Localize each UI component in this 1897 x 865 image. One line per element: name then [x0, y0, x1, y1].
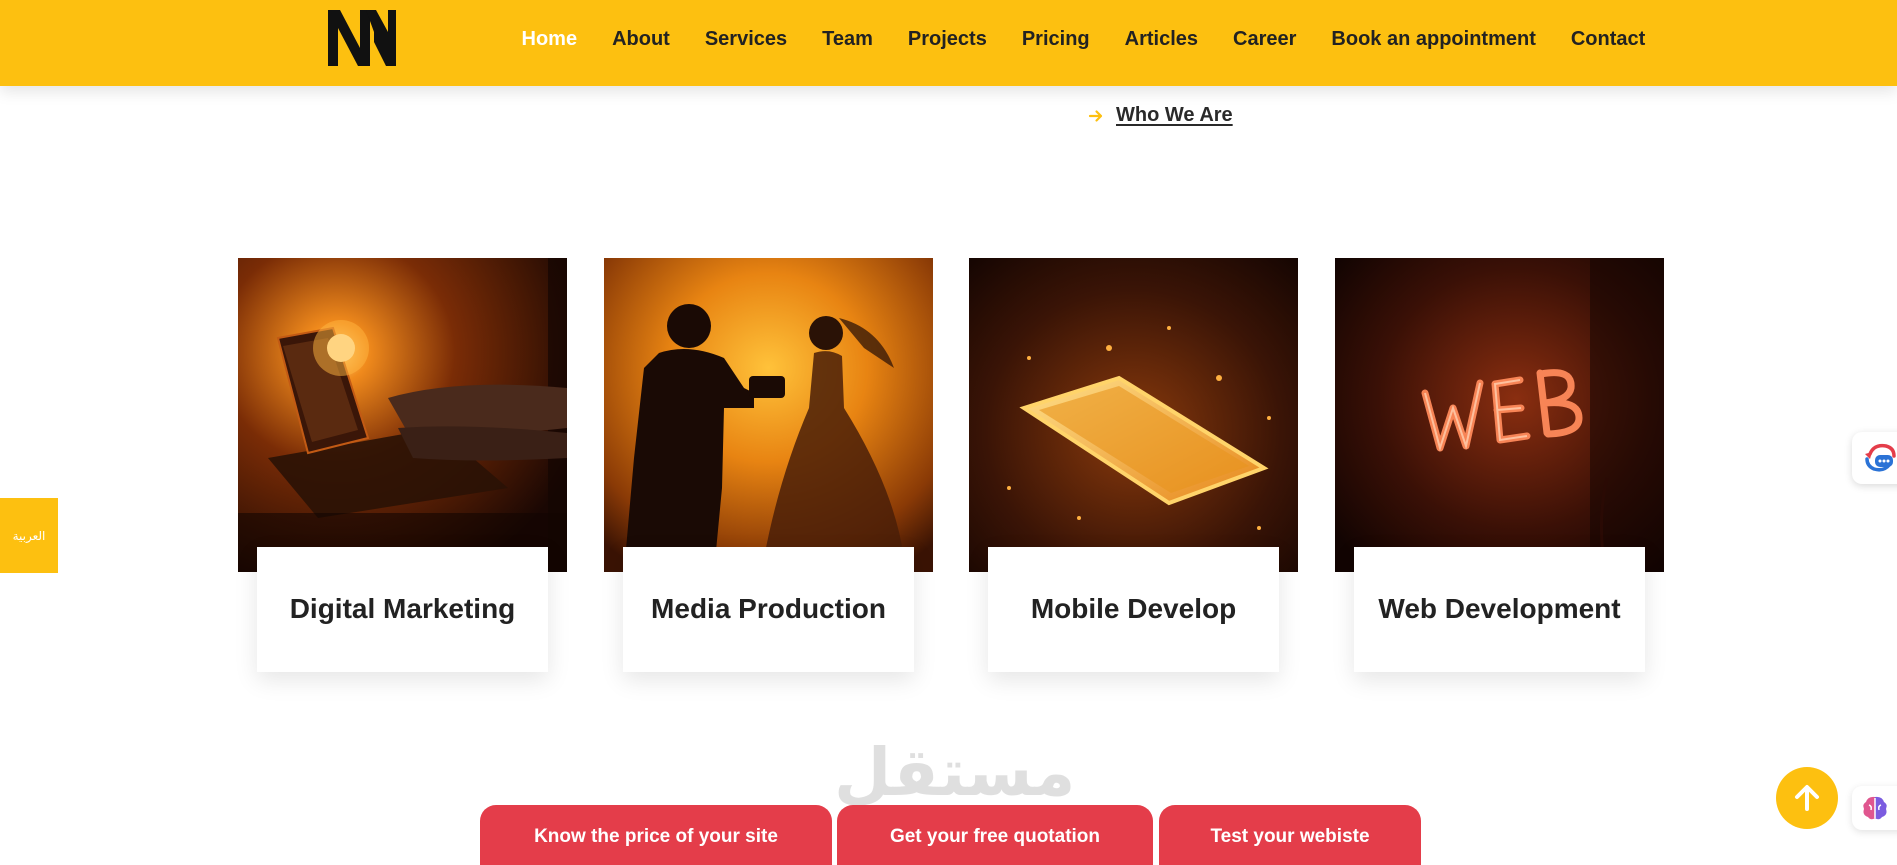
service-title: Digital Marketing: [289, 593, 516, 624]
service-card-label: Mobile Develop: [988, 547, 1279, 672]
watermark-arabic: مستقل: [834, 734, 1076, 811]
nav-career[interactable]: Career: [1216, 28, 1314, 51]
nav-about[interactable]: About: [595, 28, 688, 51]
scroll-to-top-button[interactable]: [1776, 767, 1838, 829]
laptop-glow-image: [238, 258, 567, 572]
service-title: Media Production: [651, 593, 886, 624]
side-chat-widget[interactable]: [1852, 432, 1897, 484]
arrow-right-icon: [1088, 109, 1103, 122]
service-card-digital-marketing[interactable]: Digital Marketing: [238, 258, 567, 672]
glowing-phone-image: [969, 258, 1298, 572]
nav-projects[interactable]: Projects: [890, 28, 1004, 51]
breadcrumb: Who We Are: [1088, 104, 1233, 127]
photographer-couple-image: [604, 258, 933, 572]
main-nav: Home About Services Team Projects Pricin…: [504, 0, 1663, 78]
service-card-label: Media Production: [623, 547, 914, 672]
nav-home[interactable]: Home: [504, 28, 595, 51]
service-card-media-production[interactable]: Media Production: [604, 258, 933, 672]
ai-assistant-widget[interactable]: [1852, 786, 1897, 830]
neon-web-sign-image: [1335, 258, 1664, 572]
nav-book-appointment[interactable]: Book an appointment: [1314, 28, 1553, 51]
free-quotation-button[interactable]: Get your free quotation: [837, 805, 1153, 865]
service-title: Mobile Develop: [1030, 593, 1237, 624]
arrow-up-icon: [1795, 785, 1819, 811]
site-header: Home About Services Team Projects Pricin…: [0, 0, 1897, 86]
who-we-are-link[interactable]: Who We Are: [1116, 104, 1233, 127]
nav-pricing[interactable]: Pricing: [1004, 28, 1107, 51]
nav-team[interactable]: Team: [805, 28, 891, 51]
nav-articles[interactable]: Articles: [1107, 28, 1215, 51]
language-toggle[interactable]: العربية: [0, 498, 58, 573]
service-card-label: Digital Marketing: [257, 547, 548, 672]
brain-icon: [1863, 796, 1887, 820]
service-card-web-development[interactable]: Web Development: [1335, 258, 1664, 672]
logo[interactable]: [326, 8, 398, 68]
service-card-mobile-develop[interactable]: Mobile Develop: [969, 258, 1298, 672]
know-price-button[interactable]: Know the price of your site: [480, 805, 832, 865]
nav-contact[interactable]: Contact: [1553, 28, 1662, 51]
test-website-button[interactable]: Test your webiste: [1159, 805, 1421, 865]
refresh-chat-icon: [1865, 443, 1896, 472]
service-card-label: Web Development: [1354, 547, 1645, 672]
service-title: Web Development: [1378, 593, 1621, 624]
nav-services[interactable]: Services: [687, 28, 804, 51]
